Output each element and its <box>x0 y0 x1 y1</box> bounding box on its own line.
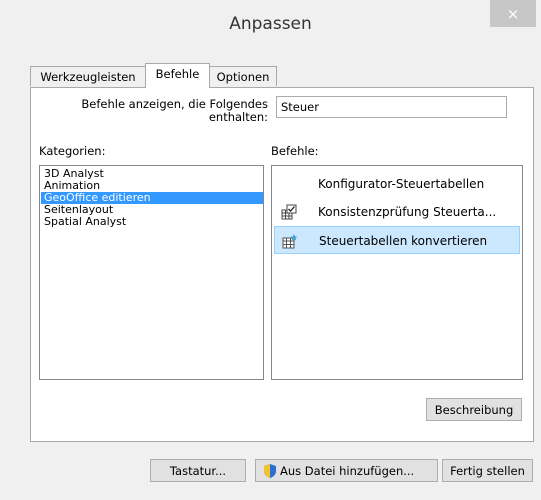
categories-list[interactable]: 3D Analyst Animation GeoOffice editieren… <box>39 165 264 380</box>
table-check-icon <box>281 204 297 220</box>
shield-icon <box>262 463 278 479</box>
fertig-stellen-button[interactable]: Fertig stellen <box>442 459 533 482</box>
close-button[interactable]: × <box>490 0 536 27</box>
commands-list[interactable]: Konfigurator-Steuertabellen Konsistenzpr… <box>271 165 523 380</box>
command-item-selected[interactable]: Steuertabellen konvertieren <box>274 226 520 254</box>
command-item[interactable]: Konsistenzprüfung Steuerta... <box>274 198 520 226</box>
window-title: Anpassen <box>229 14 312 34</box>
command-label: Konsistenzprüfung Steuerta... <box>318 205 497 219</box>
close-icon: × <box>506 4 520 23</box>
filter-input[interactable]: Steuer <box>276 96 507 118</box>
filter-label-line2: enthalten: <box>208 110 268 124</box>
command-label: Steuertabellen konvertieren <box>319 234 488 248</box>
table-convert-icon <box>282 233 298 249</box>
category-item[interactable]: Spatial Analyst <box>41 216 263 228</box>
tab-werkzeugleisten[interactable]: Werkzeugleisten <box>30 66 146 86</box>
tastatur-button[interactable]: Tastatur... <box>150 459 246 482</box>
command-label: Konfigurator-Steuertabellen <box>318 177 485 191</box>
title-bar[interactable]: Anpassen × <box>0 0 541 48</box>
aus-datei-label: Aus Datei hinzufügen... <box>280 463 415 478</box>
categories-label: Kategorien: <box>39 144 106 158</box>
filter-label: Befehle anzeigen, die Folgendes enthalte… <box>40 98 268 124</box>
beschreibung-button[interactable]: Beschreibung <box>426 398 522 421</box>
commands-label: Befehle: <box>271 144 319 158</box>
command-item[interactable]: Konfigurator-Steuertabellen <box>274 170 520 198</box>
tab-optionen[interactable]: Optionen <box>209 66 277 86</box>
tab-befehle[interactable]: Befehle <box>145 63 210 88</box>
aus-datei-button[interactable]: Aus Datei hinzufügen... <box>255 459 438 482</box>
